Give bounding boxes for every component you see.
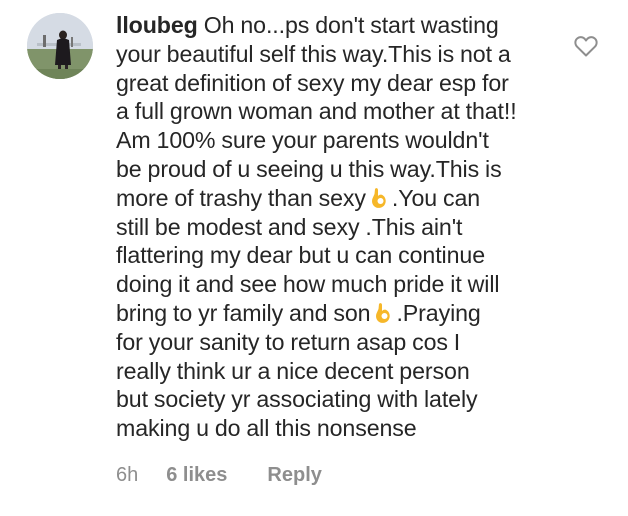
- ok-hand-emoji-icon: [376, 303, 391, 323]
- comment-text: making u do all this nonsense: [116, 415, 417, 442]
- comment-text: Am 100% sure your parents wouldn't: [116, 127, 489, 154]
- avatar[interactable]: [27, 13, 93, 79]
- comment: lloubeg Oh no...ps don't start wasting y…: [0, 0, 628, 516]
- comment-text: be proud of u seeing u this way.This is: [116, 155, 502, 182]
- comment-text: bring to yr family and son: [116, 299, 371, 326]
- comment-body: lloubeg Oh no...ps don't start wasting y…: [116, 11, 566, 443]
- timestamp: 6h: [116, 464, 139, 486]
- comment-meta: 6h 6 likes Reply: [116, 464, 322, 487]
- comment-text: flattering my dear but u can continue: [116, 242, 485, 269]
- username-link[interactable]: lloubeg: [116, 12, 198, 38]
- comment-line: more of trashy than sexy .You can: [116, 184, 566, 213]
- comment-line: bring to yr family and son .Praying: [116, 299, 566, 328]
- comment-text: more of trashy than sexy: [116, 184, 366, 211]
- comment-text: great definition of sexy my dear esp for: [116, 69, 509, 96]
- comment-text: .You can: [391, 184, 481, 211]
- reply-button[interactable]: Reply: [267, 464, 321, 487]
- likes-count-button[interactable]: 6 likes: [166, 464, 227, 487]
- comment-text: your beautiful self this way.This is not…: [116, 40, 511, 67]
- comment-text: .Praying: [396, 299, 481, 326]
- heart-outline-icon[interactable]: [573, 34, 599, 58]
- comment-text: really think ur a nice decent person: [116, 357, 470, 384]
- ok-hand-emoji-icon: [371, 187, 386, 208]
- comment-text: for your sanity to return asap cos I: [116, 328, 461, 355]
- comment-text: doing it and see how much pride it will: [116, 271, 500, 298]
- comment-text: but society yr associating with lately: [116, 386, 478, 413]
- comment-text: a full grown woman and mother at that!!: [116, 98, 517, 125]
- comment-text: Oh no...ps don't start wasting: [203, 12, 499, 38]
- avatar-photo-icon: [27, 13, 93, 79]
- comment-text: still be modest and sexy .This ain't: [116, 213, 463, 240]
- comment-line: lloubeg Oh no...ps don't start wasting: [116, 11, 566, 40]
